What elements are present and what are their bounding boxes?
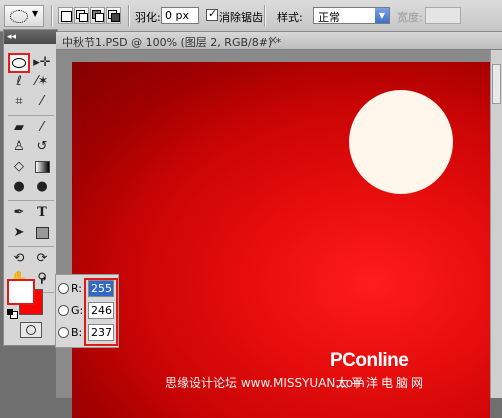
- eraser-icon: ◇: [14, 159, 24, 174]
- orbit-icon: ⟳: [36, 251, 48, 266]
- elliptical-marquee-tool[interactable]: [8, 53, 30, 73]
- path-select-icon: ➤: [13, 225, 25, 240]
- default-colors-icon-front: [7, 309, 13, 315]
- add-selection-icon-2: [79, 13, 88, 22]
- antialias-checkbox[interactable]: ✓: [206, 7, 218, 21]
- default-colors-icon[interactable]: [7, 309, 18, 319]
- new-selection-icon: [61, 11, 72, 22]
- magic-wand-tool[interactable]: ⁄✶: [31, 72, 53, 92]
- r-radio[interactable]: [58, 283, 69, 294]
- history-brush-tool[interactable]: ↺: [31, 137, 53, 157]
- brush-icon: ⁄: [40, 120, 44, 135]
- options-bar: ▼ 羽化: 0 px ✓ 消除锯齿 样式: 正常 ▼ 宽度:: [0, 0, 502, 32]
- clone-stamp-tool[interactable]: ♙: [8, 137, 30, 157]
- dodge-icon: ●: [36, 179, 48, 194]
- close-icon[interactable]: ×: [268, 33, 278, 47]
- antialias-label: 消除锯齿: [219, 11, 263, 24]
- blur-tool[interactable]: ●: [8, 177, 30, 197]
- foreground-color-swatch[interactable]: [7, 279, 35, 305]
- checkmark-icon: ✓: [208, 7, 218, 20]
- document-tab[interactable]: 中秋节1.PSD @ 100% (图层 2, RGB/8#) * ×: [56, 32, 502, 50]
- feather-input[interactable]: 0 px: [161, 7, 199, 24]
- g-radio[interactable]: [58, 305, 69, 316]
- width-label: 宽度:: [397, 11, 423, 24]
- rgb-highlight-frame: [84, 278, 118, 346]
- chevron-down-icon: ▼: [32, 9, 39, 18]
- 3d-orbit-tool[interactable]: ⟳: [31, 249, 53, 269]
- document-title: 中秋节1.PSD @ 100% (图层 2, RGB/8#) *: [62, 36, 282, 49]
- type-tool[interactable]: T: [31, 203, 53, 223]
- brush-tool[interactable]: ⁄: [31, 118, 53, 138]
- intersect-selection-icon-2: [111, 13, 120, 22]
- drop-icon: ●: [13, 179, 25, 194]
- quick-mask-button[interactable]: [20, 322, 42, 338]
- type-icon: T: [37, 205, 47, 220]
- b-label: B:: [71, 326, 83, 339]
- stamp-icon: ♙: [13, 139, 25, 154]
- rectangle-icon: [35, 226, 49, 239]
- pen-icon: ✒: [13, 205, 25, 220]
- dodge-tool[interactable]: ●: [31, 177, 53, 197]
- canvas[interactable]: [72, 62, 490, 418]
- pconline-watermark: PConline: [330, 350, 409, 371]
- new-selection-button[interactable]: [58, 7, 73, 24]
- scrollbar-thumb[interactable]: [492, 64, 501, 104]
- collapse-icon: ◂◂: [7, 32, 17, 42]
- g-label: G:: [71, 304, 84, 317]
- 3d-rotate-tool[interactable]: ⟲: [8, 249, 30, 269]
- lasso-icon: ℓ: [16, 74, 22, 89]
- subtract-selection-icon-2: [95, 13, 104, 22]
- eyedropper-icon: ⁄: [40, 94, 44, 109]
- magic-wand-icon: ⁄✶: [35, 74, 49, 89]
- crop-icon: ⌗: [15, 94, 23, 109]
- document-window: 中秋节1.PSD @ 100% (图层 2, RGB/8#) * ×: [56, 32, 502, 418]
- intersect-selection-button[interactable]: [106, 7, 121, 24]
- feather-value: 0 px: [165, 9, 189, 22]
- history-brush-icon: ↺: [36, 139, 48, 154]
- move-icon: ▸✛: [33, 55, 51, 70]
- style-select[interactable]: 正常 ▼: [313, 7, 390, 24]
- rectangle-tool[interactable]: [31, 223, 53, 243]
- subtract-selection-button[interactable]: [90, 7, 105, 24]
- chevron-down-icon: ▼: [375, 8, 389, 23]
- width-input[interactable]: [425, 7, 461, 24]
- add-selection-button[interactable]: [74, 7, 89, 24]
- healing-brush-tool[interactable]: ▰: [8, 118, 30, 138]
- r-label: R:: [71, 282, 83, 295]
- crop-tool[interactable]: ⌗: [8, 92, 30, 112]
- feather-label: 羽化:: [135, 11, 161, 24]
- ellipse-marquee-preset-icon: [10, 10, 28, 23]
- ellipse-marquee-icon: [12, 57, 26, 68]
- style-value: 正常: [318, 11, 340, 24]
- tools-panel-header[interactable]: ◂◂: [4, 30, 57, 44]
- vertical-scrollbar[interactable]: [490, 50, 502, 398]
- site-watermark: 思缘设计论坛 www.MISSYUAN.com: [165, 376, 365, 390]
- style-label: 样式:: [277, 11, 303, 24]
- eyedropper-tool[interactable]: ⁄: [31, 92, 53, 112]
- moon-circle: [349, 90, 453, 194]
- rotate-3d-icon: ⟲: [13, 251, 25, 266]
- gradient-icon: [34, 160, 50, 173]
- move-tool[interactable]: ▸✛: [31, 53, 53, 73]
- quick-mask-icon: [26, 325, 36, 335]
- b-radio[interactable]: [58, 327, 69, 338]
- lasso-tool[interactable]: ℓ: [8, 72, 30, 92]
- path-selection-tool[interactable]: ➤: [8, 223, 30, 243]
- tools-panel: ◂◂ ▸✛ ℓ ⁄✶ ⌗ ⁄ ▰ ⁄ ♙ ↺ ◇ ● ● ✒ T ➤ ⟲ ⟳ ✋…: [3, 29, 58, 346]
- eraser-tool[interactable]: ◇: [8, 157, 30, 177]
- pen-tool[interactable]: ✒: [8, 203, 30, 223]
- gradient-tool[interactable]: [31, 157, 53, 177]
- swap-colors-icon[interactable]: ↱: [39, 276, 47, 287]
- tool-preset-picker[interactable]: ▼: [4, 5, 44, 27]
- bandage-icon: ▰: [14, 120, 24, 135]
